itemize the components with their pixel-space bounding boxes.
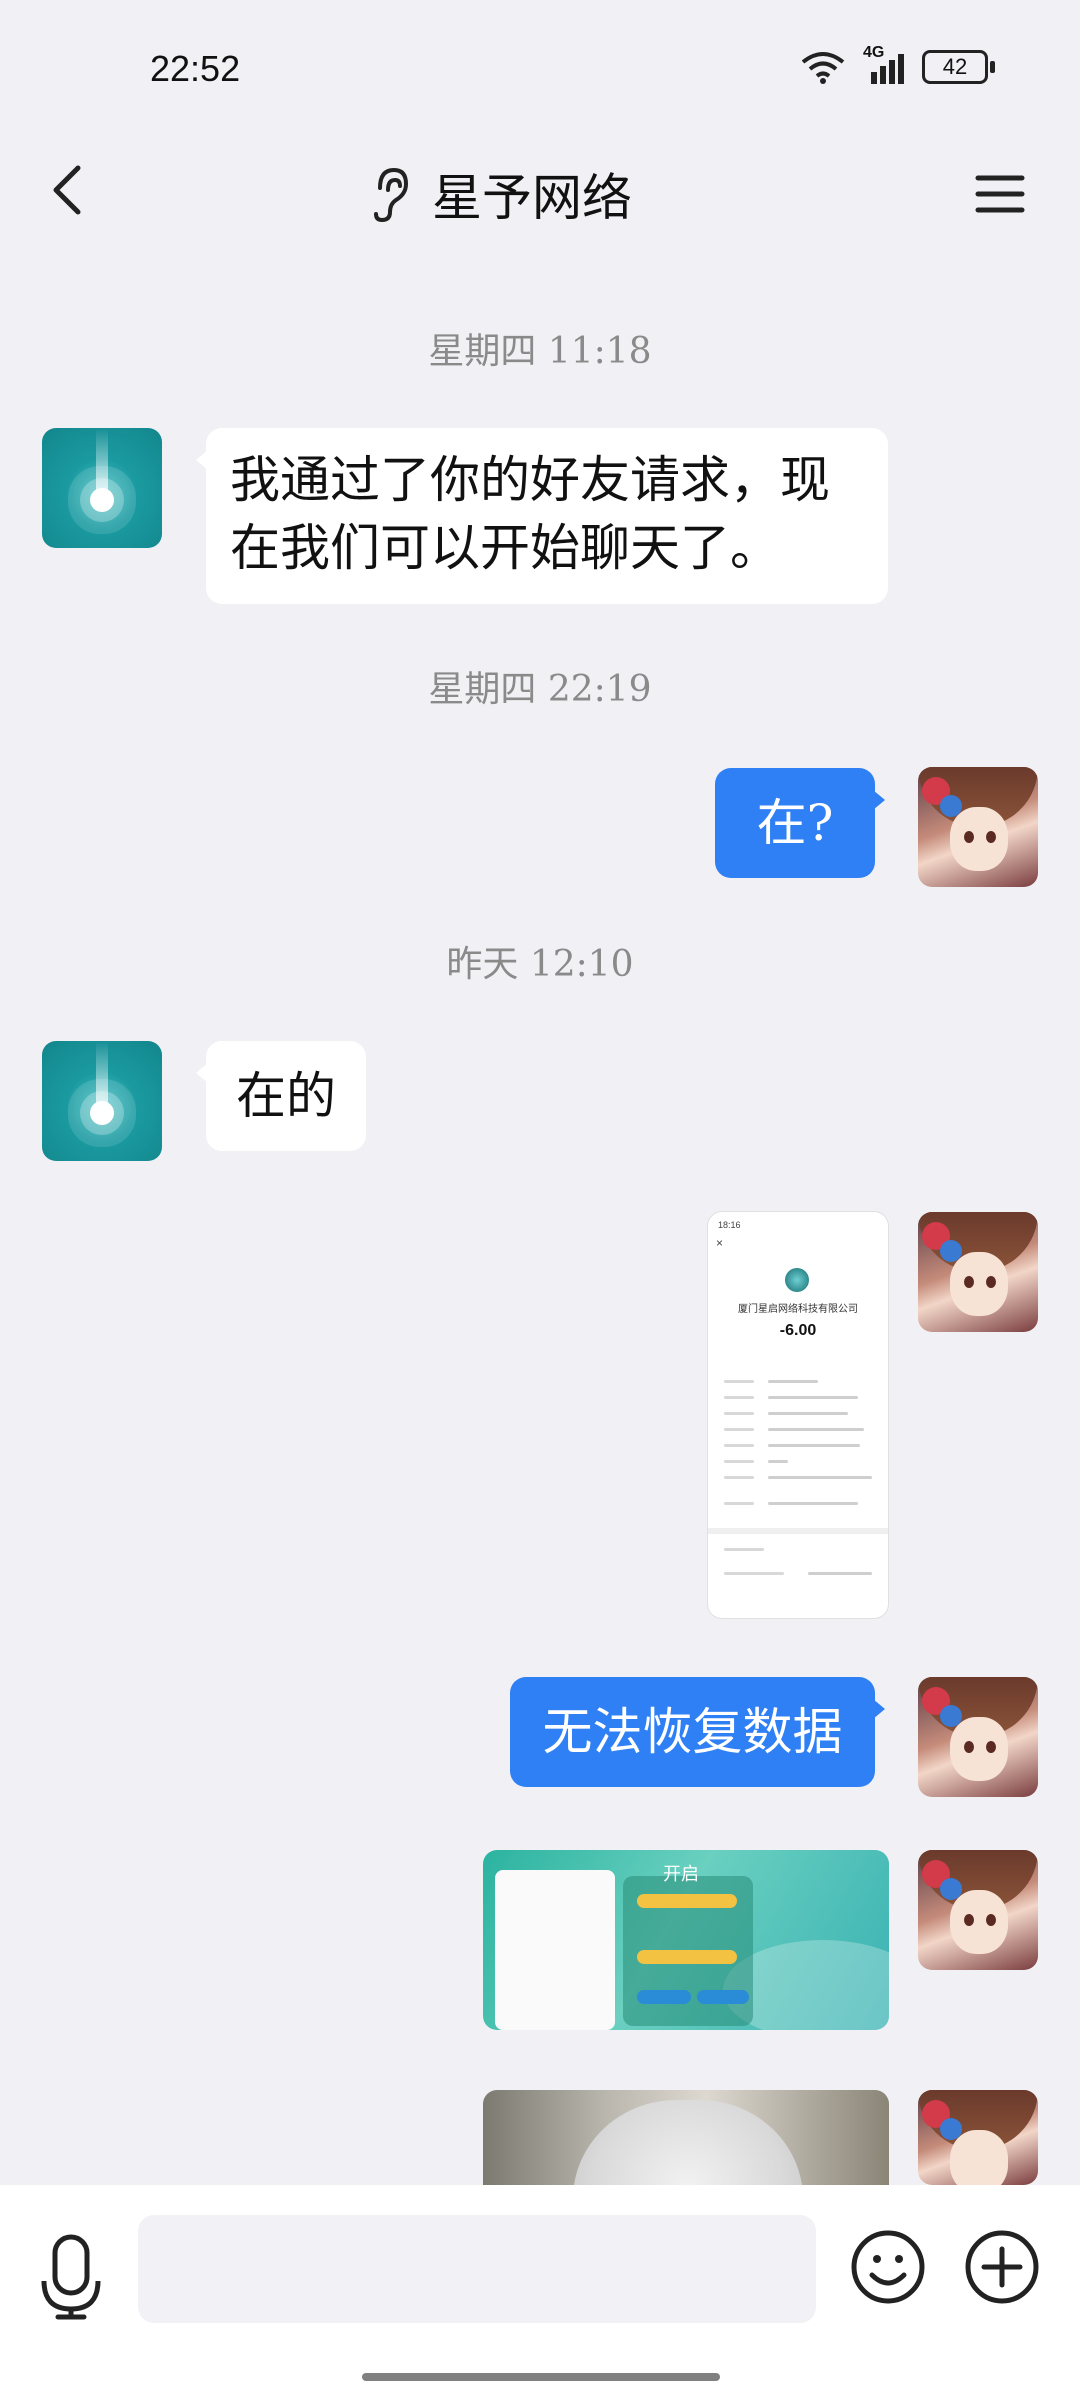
contact-avatar[interactable] xyxy=(42,428,162,548)
wifi-icon xyxy=(801,52,845,84)
message-text-line: 我通过了你的好友请求，现 xyxy=(230,451,830,509)
message-bubble-incoming[interactable]: 在的 xyxy=(196,1041,366,1151)
message-bubble-outgoing[interactable]: 在? xyxy=(715,768,885,878)
image-message-game-screenshot[interactable]: 开启 xyxy=(483,1850,889,2030)
ear-icon[interactable] xyxy=(370,166,410,222)
image-caption: 开启 xyxy=(663,1864,699,1885)
menu-icon[interactable] xyxy=(970,164,1030,224)
chat-title-wrap: 星予网络 xyxy=(370,158,632,230)
status-time: 22:52 xyxy=(150,48,241,89)
network-type: 4G xyxy=(863,44,885,61)
signal-icon: 4G xyxy=(863,44,904,84)
message-bubble-outgoing[interactable]: 无法恢复数据 xyxy=(510,1677,885,1787)
user-avatar[interactable] xyxy=(918,1212,1038,1332)
status-bar: 22:52 4G 42 xyxy=(0,0,1080,140)
message-input-bar xyxy=(0,2185,1080,2400)
receipt-merchant: 厦门星启网络科技有限公司 xyxy=(738,1304,858,1315)
user-avatar[interactable] xyxy=(918,1677,1038,1797)
close-icon: × xyxy=(716,1236,724,1250)
chat-title: 星予网络 xyxy=(432,169,632,227)
chat-header: 星予网络 xyxy=(0,140,1080,250)
message-text-line: 在我们可以开始聊天了。 xyxy=(230,519,780,577)
user-avatar[interactable] xyxy=(918,767,1038,887)
message-bubble-incoming[interactable]: 我通过了你的好友请求，现 在我们可以开始聊天了。 xyxy=(196,428,888,604)
battery-level: 42 xyxy=(942,54,968,79)
user-avatar[interactable] xyxy=(918,1850,1038,1970)
message-timestamp: 星期四 11:18 xyxy=(428,331,652,372)
home-indicator[interactable] xyxy=(362,2373,720,2381)
message-timestamp: 昨天 12:10 xyxy=(446,944,634,985)
emoji-icon[interactable] xyxy=(850,2229,926,2305)
merchant-logo-icon xyxy=(785,1268,809,1292)
receipt-amount: -6.00 xyxy=(779,1322,817,1339)
back-icon[interactable] xyxy=(40,160,100,220)
message-timestamp: 星期四 22:19 xyxy=(428,669,652,710)
status-icons: 4G 42 xyxy=(801,44,995,84)
contact-avatar[interactable] xyxy=(42,1041,162,1161)
battery-icon: 42 xyxy=(922,50,995,84)
plus-icon[interactable] xyxy=(964,2229,1040,2305)
message-input[interactable] xyxy=(138,2215,816,2323)
user-avatar[interactable] xyxy=(918,2090,1038,2185)
image-message-receipt[interactable]: 18:16 × 厦门星启网络科技有限公司 -6.00 xyxy=(708,1212,888,1618)
microphone-icon[interactable] xyxy=(38,2231,104,2321)
